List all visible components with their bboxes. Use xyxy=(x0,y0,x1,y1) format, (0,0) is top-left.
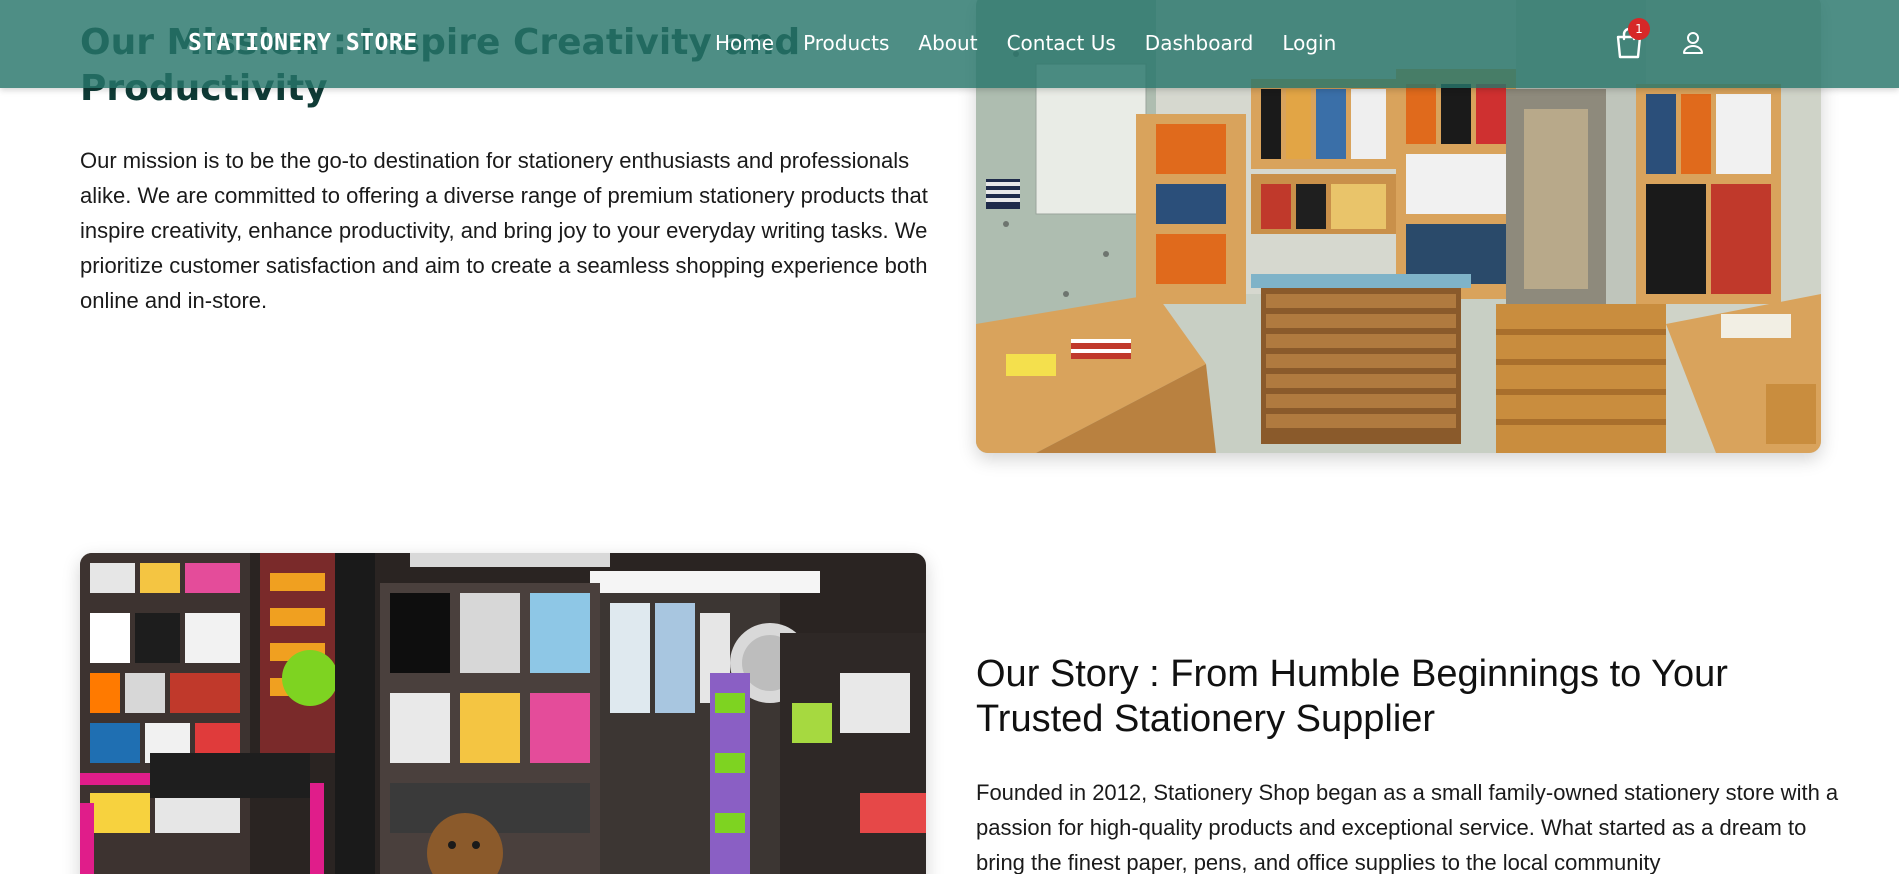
nav-link-login[interactable]: Login xyxy=(1282,31,1336,55)
about-page: Our Mission : Inspire Creativity and Pro… xyxy=(0,0,1899,874)
nav-link-contact-us[interactable]: Contact Us xyxy=(1007,31,1116,55)
newsstand-illustration xyxy=(80,553,926,874)
story-paragraph: Founded in 2012, Stationery Shop began a… xyxy=(976,780,1839,874)
user-icon xyxy=(1683,32,1703,54)
nav-link-about[interactable]: About xyxy=(918,31,977,55)
mission-paragraph: Our mission is to be the go-to destinati… xyxy=(80,148,928,313)
newsstand-with-dog-image xyxy=(80,553,926,874)
cart-count-badge: 1 xyxy=(1628,18,1650,40)
story-heading: Our Story : From Humble Beginnings to Yo… xyxy=(976,653,1728,740)
nav-link-home[interactable]: Home xyxy=(715,31,774,55)
nav-link-products[interactable]: Products xyxy=(803,31,889,55)
nav-links: Home Products About Contact Us Dashboard… xyxy=(715,31,1365,55)
top-navbar: STATIONERY STORE Home Products About Con… xyxy=(0,0,1899,88)
user-account-button[interactable] xyxy=(1682,31,1704,55)
nav-link-dashboard[interactable]: Dashboard xyxy=(1145,31,1254,55)
brand-logo[interactable]: STATIONERY STORE xyxy=(188,30,418,56)
